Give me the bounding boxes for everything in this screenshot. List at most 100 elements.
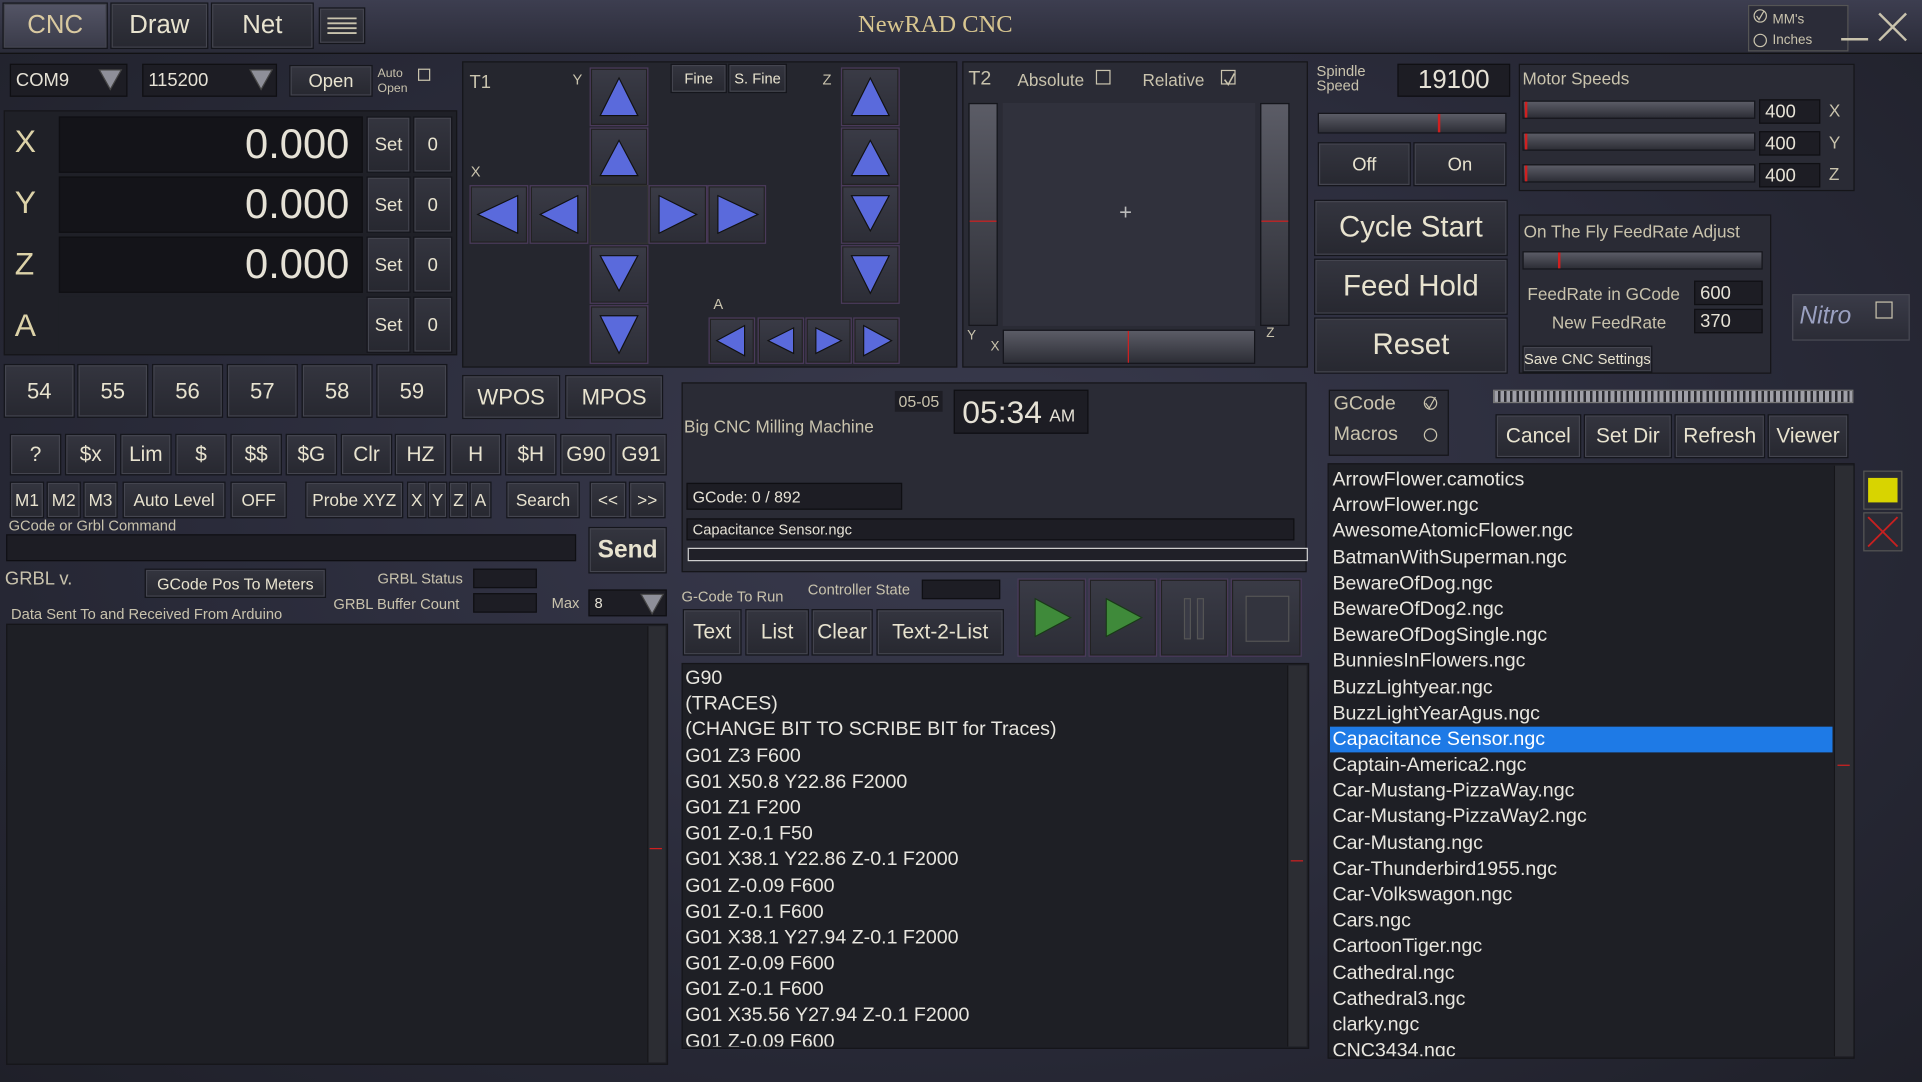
jog-a-minus-fast-button[interactable]	[708, 317, 756, 364]
file-list-item[interactable]: CartoonTiger.ngc	[1330, 934, 1833, 960]
gcode-radio-icon[interactable]	[1422, 395, 1439, 412]
send-button[interactable]: Send	[588, 526, 667, 574]
gcode-line[interactable]: G01 X38.1 Y22.86 Z-0.1 F2000	[683, 847, 1286, 873]
spindle-slider[interactable]	[1317, 112, 1507, 134]
list-button[interactable]: List	[745, 609, 810, 656]
offset-57-button[interactable]: 57	[226, 363, 298, 418]
grbl-dollar-button[interactable]: $	[175, 433, 227, 476]
file-list-item[interactable]: Car-Volkswagon.ngc	[1330, 882, 1833, 908]
grbl-g-button[interactable]: $G	[285, 433, 338, 476]
close-icon[interactable]	[1875, 10, 1909, 44]
jog-a-minus-button[interactable]	[757, 317, 805, 364]
save-settings-button[interactable]: Save CNC Settings	[1522, 345, 1653, 373]
offset-55-button[interactable]: 55	[77, 363, 149, 418]
t2-left-slider[interactable]	[968, 102, 998, 326]
gcode-line[interactable]: G01 Z1 F200	[683, 795, 1286, 821]
tab-net[interactable]: Net	[210, 2, 314, 50]
file-list-item[interactable]: Cathedral3.ngc	[1330, 986, 1833, 1012]
data-log-area[interactable]	[6, 623, 669, 1065]
axis-z-zero-button[interactable]: 0	[413, 236, 453, 293]
set-dir-button[interactable]: Set Dir	[1583, 414, 1672, 459]
super-fine-button[interactable]: S. Fine	[728, 63, 787, 94]
feed-hold-button[interactable]: Feed Hold	[1314, 258, 1508, 315]
offset-56-button[interactable]: 56	[151, 363, 224, 418]
macros-radio-icon[interactable]	[1422, 426, 1439, 443]
inches-radio-icon[interactable]	[1753, 33, 1768, 48]
file-list-item[interactable]: BuzzLightYearAgus.ngc	[1330, 701, 1833, 727]
jog-y-minus-button[interactable]	[589, 245, 649, 304]
probe-y-button[interactable]: Y	[427, 481, 448, 519]
gcode-line[interactable]: G01 Z-0.09 F600	[683, 873, 1286, 899]
jog-z-minus-button[interactable]	[840, 185, 900, 244]
absolute-checkbox[interactable]	[1095, 69, 1111, 85]
fine-button[interactable]: Fine	[670, 63, 727, 94]
axis-z-set-button[interactable]: Set	[366, 236, 411, 293]
spindle-speed-field[interactable]: 19100	[1397, 63, 1511, 97]
gcode-line[interactable]: G01 Z-0.09 F600	[683, 1029, 1286, 1046]
file-list-item[interactable]: Car-Mustang-PizzaWay.ngc	[1330, 778, 1833, 804]
grbl-x-button[interactable]: $x	[64, 433, 117, 476]
spindle-off-button[interactable]: Off	[1317, 142, 1411, 187]
jog-z-minus-fast-button[interactable]	[840, 245, 900, 304]
jog-x-plus-fast-button[interactable]	[707, 185, 767, 244]
grbl-lim-button[interactable]: Lim	[120, 433, 172, 476]
feedrate-new-field[interactable]: 370	[1694, 308, 1763, 334]
tab-cnc[interactable]: CNC	[2, 2, 108, 50]
jog-x-plus-button[interactable]	[648, 185, 708, 244]
jog-y-plus-fast-button[interactable]	[589, 67, 649, 127]
gcode-line[interactable]: G01 X50.8 Y22.86 F2000	[683, 769, 1286, 795]
viewer-button[interactable]: Viewer	[1767, 414, 1849, 459]
t2-right-slider[interactable]	[1260, 102, 1290, 326]
jog-a-plus-button[interactable]	[805, 317, 852, 364]
folder-button[interactable]	[1863, 470, 1903, 510]
spindle-on-button[interactable]: On	[1413, 142, 1507, 187]
axis-y-set-button[interactable]: Set	[366, 176, 411, 233]
mpos-button[interactable]: MPOS	[565, 374, 664, 420]
axis-x-set-button[interactable]: Set	[366, 116, 411, 173]
clear-button[interactable]: Clear	[811, 609, 873, 656]
file-list-item[interactable]: clarky.ngc	[1330, 1012, 1833, 1038]
motor-x-field[interactable]: 400	[1759, 99, 1821, 124]
offset-59-button[interactable]: 59	[376, 363, 448, 418]
file-list-item[interactable]: Capacitance Sensor.ngc	[1329, 726, 1833, 753]
open-button[interactable]: Open	[289, 64, 373, 97]
axis-a-set-button[interactable]: Set	[366, 296, 411, 353]
gcode-list-scrollbar[interactable]	[1287, 665, 1307, 1047]
command-input[interactable]	[6, 534, 577, 562]
axis-y-zero-button[interactable]: 0	[413, 176, 453, 233]
cancel-button[interactable]: Cancel	[1495, 414, 1582, 459]
tab-draw[interactable]: Draw	[110, 2, 209, 50]
probe-a-button[interactable]: A	[469, 481, 492, 519]
reset-button[interactable]: Reset	[1314, 317, 1508, 374]
grbl-g91-button[interactable]: G91	[615, 433, 667, 476]
file-list-item[interactable]: ArrowFlower.camotics	[1330, 467, 1833, 493]
delete-button[interactable]	[1863, 512, 1903, 552]
relative-checkbox[interactable]	[1220, 69, 1236, 87]
refresh-button[interactable]: Refresh	[1674, 414, 1766, 459]
gcode-line[interactable]: G01 Z-0.1 F600	[683, 977, 1286, 1003]
gcode-line[interactable]: G01 X35.56 Y27.94 Z-0.1 F2000	[683, 1003, 1286, 1029]
run-button[interactable]	[1017, 578, 1087, 657]
menu-button[interactable]	[318, 7, 366, 45]
grbl-h-button[interactable]: H	[449, 433, 502, 476]
gcode-line[interactable]: G01 Z-0.1 F600	[683, 899, 1286, 925]
grbl-query-button[interactable]: ?	[9, 433, 62, 476]
text-2-list-button[interactable]: Text-2-List	[876, 609, 1004, 656]
jog-y-minus-fast-button[interactable]	[589, 305, 649, 364]
motor-x-slider[interactable]	[1522, 100, 1756, 119]
file-list-item[interactable]: ArrowFlower.ngc	[1330, 493, 1833, 519]
gcode-line[interactable]: (TRACES)	[683, 691, 1286, 717]
file-list-item[interactable]: BewareOfDog.ngc	[1330, 571, 1833, 597]
gcode-line[interactable]: G01 X38.1 Y27.94 Z-0.1 F2000	[683, 925, 1286, 951]
gcode-line[interactable]: (CHANGE BIT TO SCRIBE BIT for Traces)	[683, 717, 1286, 743]
offset-54-button[interactable]: 54	[3, 363, 75, 418]
jog-y-plus-button[interactable]	[589, 127, 649, 187]
jog-z-plus-fast-button[interactable]	[840, 67, 900, 127]
file-list-item[interactable]: BunniesInFlowers.ngc	[1330, 649, 1833, 675]
data-log-scrollbar[interactable]	[647, 626, 666, 1063]
file-list-item[interactable]: Car-Thunderbird1955.ngc	[1330, 856, 1833, 882]
offset-58-button[interactable]: 58	[301, 363, 373, 418]
file-list-item[interactable]: Captain-America2.ngc	[1330, 752, 1833, 778]
mm-radio-icon[interactable]	[1753, 9, 1768, 24]
wpos-button[interactable]: WPOS	[462, 374, 561, 420]
